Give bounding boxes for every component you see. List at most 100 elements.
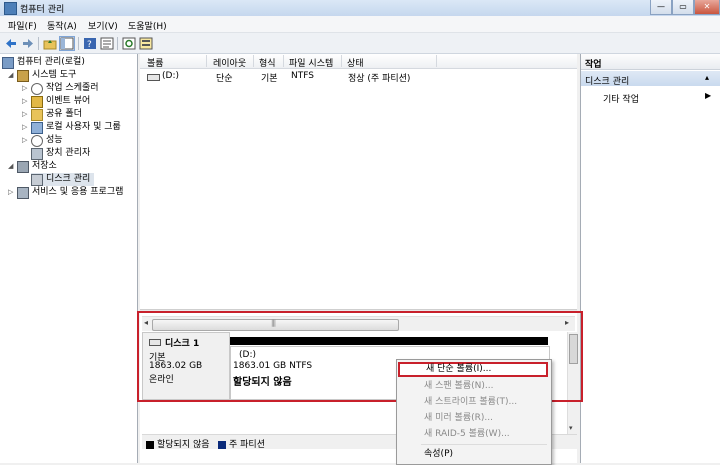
context-menu: 새 단순 볼륨(I)... 새 스팬 볼륨(N)... 새 스트라이프 볼륨(T… (396, 359, 552, 465)
menu-new-raid5-volume[interactable]: 새 RAID-5 볼륨(W)... (398, 427, 548, 442)
toolbar-separator (78, 37, 79, 50)
tree-item-label: 장치 관리자 (46, 148, 91, 158)
tree-item-label: 저장소 (32, 161, 57, 171)
tree-item-storage[interactable]: ◢ 저장소 (8, 160, 57, 173)
disk-management-icon (31, 173, 43, 186)
maximize-button[interactable]: ▭ (672, 0, 694, 15)
computer-management-icon (2, 56, 14, 69)
export-list-button[interactable] (138, 36, 154, 51)
menu-view[interactable]: 보기(V) (88, 19, 118, 32)
submenu-arrow-icon: ▶ (705, 91, 712, 100)
menu-action[interactable]: 동작(A) (47, 19, 77, 32)
tree-item-label: 성능 (46, 135, 63, 145)
tree-item-task-scheduler[interactable]: ▷ 작업 스케줄러 (22, 82, 99, 95)
tree-item-shared-folders[interactable]: ▷ 공유 폴더 (22, 108, 82, 121)
tree-item-computer-management[interactable]: 컴퓨터 관리(로컬) (2, 56, 85, 69)
help-icon: ? (84, 38, 96, 50)
console-tree-icon (60, 37, 74, 50)
expand-arrow-icon[interactable]: ▷ (8, 186, 15, 199)
menu-properties[interactable]: 속성(P) (398, 447, 548, 462)
scroll-down-arrow-icon[interactable]: ▾ (569, 424, 573, 432)
more-actions-item[interactable]: 기타 작업 ▶ (581, 90, 720, 105)
actions-section-disk-management[interactable]: 디스크 관리 ▴ (581, 71, 720, 87)
expand-arrow-icon[interactable]: ▷ (22, 108, 29, 121)
volume-layout: 단순 (216, 74, 233, 84)
actions-title: 작업 (581, 54, 720, 70)
expand-arrow-icon[interactable]: ▷ (22, 95, 29, 108)
users-icon (31, 121, 43, 134)
collapse-arrow-icon[interactable]: ◢ (8, 69, 15, 82)
toolbar: ? (0, 33, 720, 54)
menu-new-spanned-volume[interactable]: 새 스팬 볼륨(N)... (398, 379, 548, 394)
tree-item-event-viewer[interactable]: ▷ 이벤트 뷰어 (22, 95, 90, 108)
tree-item-label: 시스템 도구 (32, 70, 77, 80)
more-actions-label: 기타 작업 (603, 95, 639, 105)
refresh-button[interactable] (121, 36, 137, 51)
tree-item-performance[interactable]: ▷ 성능 (22, 134, 63, 147)
title-bar: 컴퓨터 관리 — ▭ ✕ (0, 0, 720, 17)
tree-item-label: 작업 스케줄러 (46, 83, 99, 93)
tree-item-label: 디스크 관리 (46, 174, 91, 184)
expand-arrow-icon[interactable]: ▷ (22, 134, 29, 147)
storage-icon (17, 160, 29, 173)
unallocated-swatch (146, 440, 154, 449)
tree-item-label: 공유 폴더 (46, 109, 82, 119)
forward-button[interactable] (20, 36, 36, 51)
minimize-button[interactable]: — (650, 0, 672, 15)
expand-arrow-icon[interactable]: ▷ (22, 82, 29, 95)
volume-name: (D:) (162, 71, 179, 81)
actions-pane: 작업 디스크 관리 ▴ 기타 작업 ▶ (580, 54, 720, 463)
window-title: 컴퓨터 관리 (20, 5, 65, 15)
device-manager-icon (31, 147, 43, 160)
column-divider[interactable] (206, 55, 207, 67)
tree-item-label: 로컬 사용자 및 그룹 (46, 122, 121, 132)
primary-partition-swatch (218, 440, 226, 449)
folder-up-icon (43, 40, 57, 50)
tree-item-local-users[interactable]: ▷ 로컬 사용자 및 그룹 (22, 121, 121, 134)
export-list-icon (139, 37, 153, 50)
legend-unallocated: 할당되지 않음 (146, 437, 210, 450)
legend-label: 할당되지 않음 (157, 440, 210, 450)
tree-item-services-apps[interactable]: ▷ 서비스 및 응용 프로그램 (8, 186, 123, 199)
properties-button[interactable] (99, 36, 115, 51)
toolbox-icon (17, 69, 29, 82)
help-button[interactable]: ? (82, 36, 98, 51)
menu-new-simple-volume[interactable]: 새 단순 볼륨(I)... (398, 362, 548, 377)
menu-new-mirrored-volume[interactable]: 새 미러 볼륨(R)... (398, 411, 548, 426)
collapse-arrow-icon[interactable]: ▴ (705, 73, 709, 82)
show-tree-button[interactable] (59, 36, 75, 51)
volume-type: 기본 (261, 74, 278, 84)
tree-item-device-manager[interactable]: 장치 관리자 (31, 147, 90, 160)
performance-gauge-icon (31, 134, 43, 147)
up-folder-button[interactable] (42, 36, 58, 51)
computer-management-icon (4, 2, 17, 15)
drive-icon (147, 74, 160, 81)
expand-arrow-icon[interactable]: ▷ (22, 121, 29, 134)
tree-item-system-tools[interactable]: ◢ 시스템 도구 (8, 69, 76, 82)
menu-file[interactable]: 파일(F) (8, 19, 37, 32)
column-divider[interactable] (253, 55, 254, 67)
volume-row[interactable]: (D:) 단순 기본 NTFS 정상 (주 파티션) (140, 68, 577, 84)
back-button[interactable] (3, 36, 19, 51)
collapse-arrow-icon[interactable]: ◢ (8, 160, 15, 173)
tree-item-label: 컴퓨터 관리(로컬) (17, 57, 85, 67)
forward-arrow-icon (23, 39, 33, 48)
refresh-icon (122, 37, 136, 50)
column-divider[interactable] (436, 55, 437, 67)
column-divider[interactable] (283, 55, 284, 67)
legend-primary: 주 파티션 (218, 437, 265, 450)
clock-icon (31, 82, 43, 95)
toolbar-separator (117, 37, 118, 50)
volume-filesystem: NTFS (291, 71, 314, 81)
window-controls: — ▭ ✕ (650, 0, 720, 15)
actions-section-label: 디스크 관리 (585, 77, 630, 87)
tree-item-disk-management[interactable]: 디스크 관리 (31, 173, 95, 186)
column-divider[interactable] (341, 55, 342, 67)
console-tree: 컴퓨터 관리(로컬) ◢ 시스템 도구 ▷ 작업 스케줄러 ▷ 이벤트 뷰어 ▷… (0, 54, 138, 463)
close-button[interactable]: ✕ (694, 0, 720, 15)
menu-help[interactable]: 도움말(H) (128, 19, 167, 32)
toolbar-separator (38, 37, 39, 50)
menu-new-striped-volume[interactable]: 새 스트라이프 볼륨(T)... (398, 395, 548, 410)
back-arrow-icon (6, 39, 16, 48)
svg-text:?: ? (87, 40, 92, 50)
